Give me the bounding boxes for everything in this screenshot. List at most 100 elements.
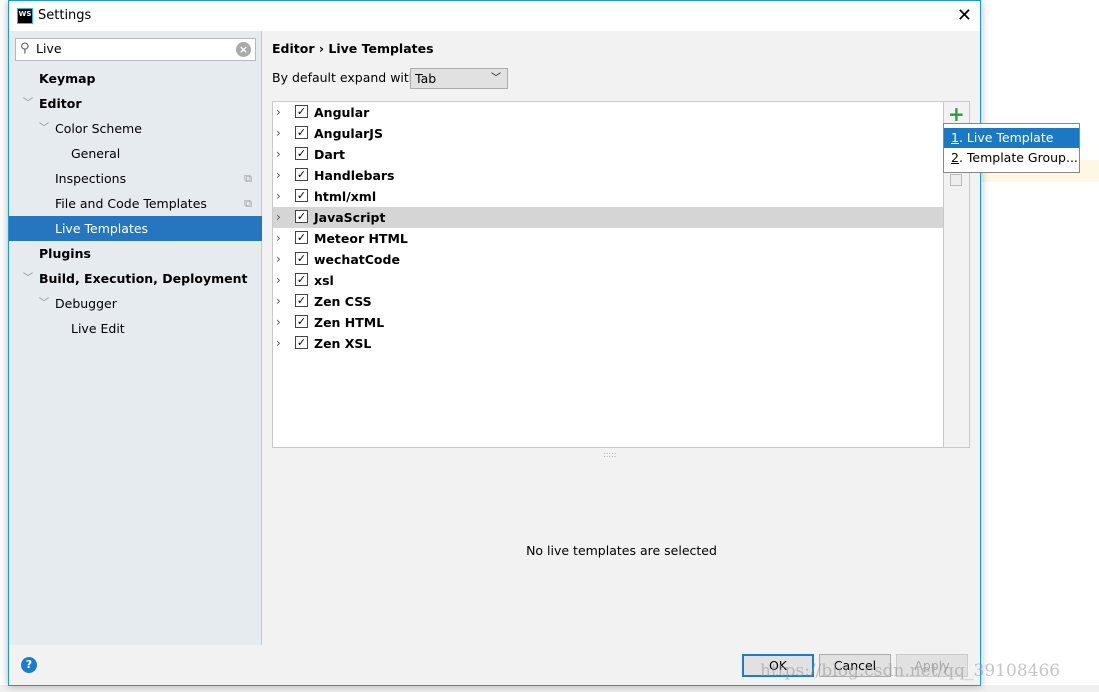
template-group-row[interactable]: › ✓ Angular (273, 102, 943, 123)
sidebar-item-general[interactable]: General (9, 141, 262, 166)
sidebar-item-live-edit[interactable]: Live Edit (9, 316, 262, 341)
sidebar-item-label: Live Edit (71, 321, 125, 336)
mnemonic: 2 (951, 150, 959, 165)
menu-item-template-group[interactable]: 2. Template Group... (944, 148, 1079, 168)
expand-key-value: Tab (415, 71, 437, 86)
enabled-checkbox[interactable]: ✓ (295, 168, 308, 181)
empty-message: No live templates are selected (526, 543, 717, 558)
breadcrumb-current: Live Templates (328, 41, 434, 56)
project-scope-icon: ⧉ (244, 172, 252, 185)
watermark: https://blog.csdn.net/qq_39108466 (760, 661, 1061, 681)
title-bar: WS Settings ✕ (9, 1, 980, 31)
template-group-row[interactable]: › ✓ wechatCode (273, 249, 943, 270)
settings-dialog: WS Settings ✕ ⚲ × Keymap ﹀ Editor ﹀ Color Sc… (8, 0, 981, 686)
template-group-row[interactable]: › ✓ JavaScript (273, 207, 943, 228)
enabled-checkbox[interactable]: ✓ (295, 252, 308, 265)
sidebar-item-label: Keymap (39, 71, 96, 86)
breadcrumb: Editor › Live Templates (272, 41, 434, 56)
template-group-row[interactable]: › ✓ Dart (273, 144, 943, 165)
chevron-right-icon[interactable]: › (276, 123, 281, 144)
chevron-down-icon[interactable]: ﹀ (39, 291, 49, 316)
template-group-row[interactable]: › ✓ html/xml (273, 186, 943, 207)
breadcrumb-separator: › (318, 41, 325, 56)
expand-label: By default expand with (272, 70, 417, 85)
template-group-name: AngularJS (314, 126, 383, 141)
project-scope-icon: ⧉ (244, 197, 252, 210)
sidebar-item-label: File and Code Templates (55, 196, 207, 211)
sidebar-item-label: Editor (39, 96, 82, 111)
sidebar-item-color-scheme[interactable]: ﹀ Color Scheme (9, 116, 262, 141)
chevron-right-icon[interactable]: › (276, 186, 281, 207)
settings-sidebar: ⚲ × Keymap ﹀ Editor ﹀ Color Scheme General Ins… (9, 31, 262, 645)
chevron-down-icon[interactable]: ﹀ (39, 116, 49, 141)
enabled-checkbox[interactable]: ✓ (295, 105, 308, 118)
enabled-checkbox[interactable]: ✓ (295, 273, 308, 286)
sidebar-item-label: Debugger (55, 296, 117, 311)
sidebar-item-editor[interactable]: ﹀ Editor (9, 91, 262, 116)
chevron-right-icon[interactable]: › (276, 249, 281, 270)
template-group-name: JavaScript (314, 210, 386, 225)
enabled-checkbox[interactable]: ✓ (295, 189, 308, 202)
template-group-name: Angular (314, 105, 370, 120)
enabled-checkbox[interactable]: ✓ (295, 336, 308, 349)
templates-list: › ✓ Angular › ✓ AngularJS › ✓ Dart › ✓ Handlebars › ✓… (272, 101, 944, 448)
enabled-checkbox[interactable]: ✓ (295, 147, 308, 160)
template-group-name: Meteor HTML (314, 231, 408, 246)
template-group-row[interactable]: › ✓ Meteor HTML (273, 228, 943, 249)
expand-key-select[interactable]: Tab ﹀ (410, 68, 508, 89)
sidebar-item-inspections[interactable]: Inspections ⧉ (9, 166, 262, 191)
chevron-right-icon[interactable]: › (276, 102, 281, 123)
template-group-row[interactable]: › ✓ Zen HTML (273, 312, 943, 333)
template-group-row[interactable]: › ✓ AngularJS (273, 123, 943, 144)
sidebar-item-keymap[interactable]: Keymap (9, 66, 262, 91)
webstorm-logo-icon: WS (17, 8, 33, 24)
sidebar-item-plugins[interactable]: Plugins (9, 241, 262, 266)
close-icon[interactable]: ✕ (957, 5, 972, 26)
window-title: Settings (38, 8, 92, 23)
background-window (0, 0, 8, 692)
chevron-right-icon[interactable]: › (276, 165, 281, 186)
template-group-row[interactable]: › ✓ xsl (273, 270, 943, 291)
mnemonic: 1 (951, 130, 959, 145)
sidebar-item-label: Inspections (55, 171, 127, 186)
template-group-name: xsl (314, 273, 334, 288)
template-group-row[interactable]: › ✓ Handlebars (273, 165, 943, 186)
search-field[interactable]: ⚲ × (15, 38, 256, 61)
sidebar-item-live-templates[interactable]: Live Templates (9, 216, 262, 241)
enabled-checkbox[interactable]: ✓ (295, 126, 308, 139)
enabled-checkbox[interactable]: ✓ (295, 315, 308, 328)
chevron-right-icon[interactable]: › (276, 291, 281, 312)
sidebar-item-debugger[interactable]: ﹀ Debugger (9, 291, 262, 316)
help-icon[interactable]: ? (21, 657, 37, 673)
template-group-name: Handlebars (314, 168, 395, 183)
chevron-right-icon[interactable]: › (276, 333, 281, 354)
chevron-right-icon[interactable]: › (276, 270, 281, 291)
enabled-checkbox[interactable]: ✓ (295, 294, 308, 307)
chevron-right-icon[interactable]: › (276, 312, 281, 333)
clear-search-icon[interactable]: × (236, 42, 251, 57)
chevron-down-icon[interactable]: ﹀ (23, 91, 33, 116)
chevron-down-icon: ﹀ (491, 73, 501, 84)
template-group-row[interactable]: › ✓ Zen XSL (273, 333, 943, 354)
menu-item-label: . Live Template (958, 130, 1054, 145)
chevron-down-icon[interactable]: ﹀ (23, 266, 33, 291)
chevron-right-icon[interactable]: › (276, 207, 281, 228)
search-icon: ⚲ (20, 41, 30, 56)
sidebar-item-build-execution-deployment[interactable]: ﹀ Build, Execution, Deployment (9, 266, 262, 291)
template-group-name: html/xml (314, 189, 377, 204)
enabled-checkbox[interactable]: ✓ (295, 231, 308, 244)
live-templates-panel: Editor › Live Templates By default expan… (263, 31, 980, 645)
add-popup-menu: 1. Live Template 2. Template Group... (943, 123, 1080, 173)
background-taskbar (0, 685, 1099, 692)
menu-item-live-template[interactable]: 1. Live Template (944, 128, 1079, 148)
search-input[interactable] (36, 41, 226, 56)
chevron-right-icon[interactable]: › (276, 228, 281, 249)
template-group-row[interactable]: › ✓ Zen CSS (273, 291, 943, 312)
template-group-name: Zen CSS (314, 294, 372, 309)
splitter-handle[interactable]: ::::: (603, 450, 616, 459)
enabled-checkbox[interactable]: ✓ (295, 210, 308, 223)
sidebar-item-file-and-code-templates[interactable]: File and Code Templates ⧉ (9, 191, 262, 216)
breadcrumb-parent[interactable]: Editor (272, 41, 315, 56)
chevron-right-icon[interactable]: › (276, 144, 281, 165)
menu-item-label: . Template Group... (958, 150, 1078, 165)
